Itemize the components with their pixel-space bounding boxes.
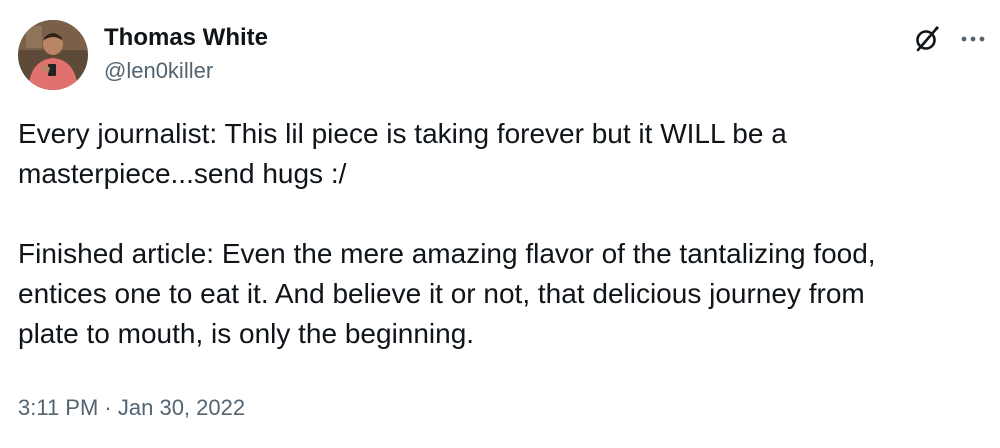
timestamp-separator: · [98, 395, 118, 420]
tweet-card: Thomas White @len0killer Every journalis… [0, 0, 1000, 448]
tweet-paragraph: Finished article: Even the mere amazing … [18, 238, 876, 349]
display-name[interactable]: Thomas White [104, 23, 268, 53]
avatar[interactable] [18, 20, 88, 90]
timestamp-date: Jan 30, 2022 [117, 395, 246, 420]
more-options-icon[interactable] [956, 22, 990, 56]
author-info: Thomas White @len0killer [104, 23, 268, 85]
tweet-actions [910, 22, 990, 56]
avatar-photo-icon [18, 20, 88, 90]
user-handle[interactable]: @len0killer [104, 57, 268, 85]
timestamp-time: 3:11 PM [18, 395, 99, 420]
tweet-text: Every journalist: This lil piece is taki… [18, 114, 968, 354]
timestamp[interactable]: 3:11 PM · Jan 30, 2022 [18, 394, 245, 422]
tweet-paragraph: Every journalist: This lil piece is taki… [18, 118, 787, 189]
grok-icon[interactable] [910, 22, 944, 56]
